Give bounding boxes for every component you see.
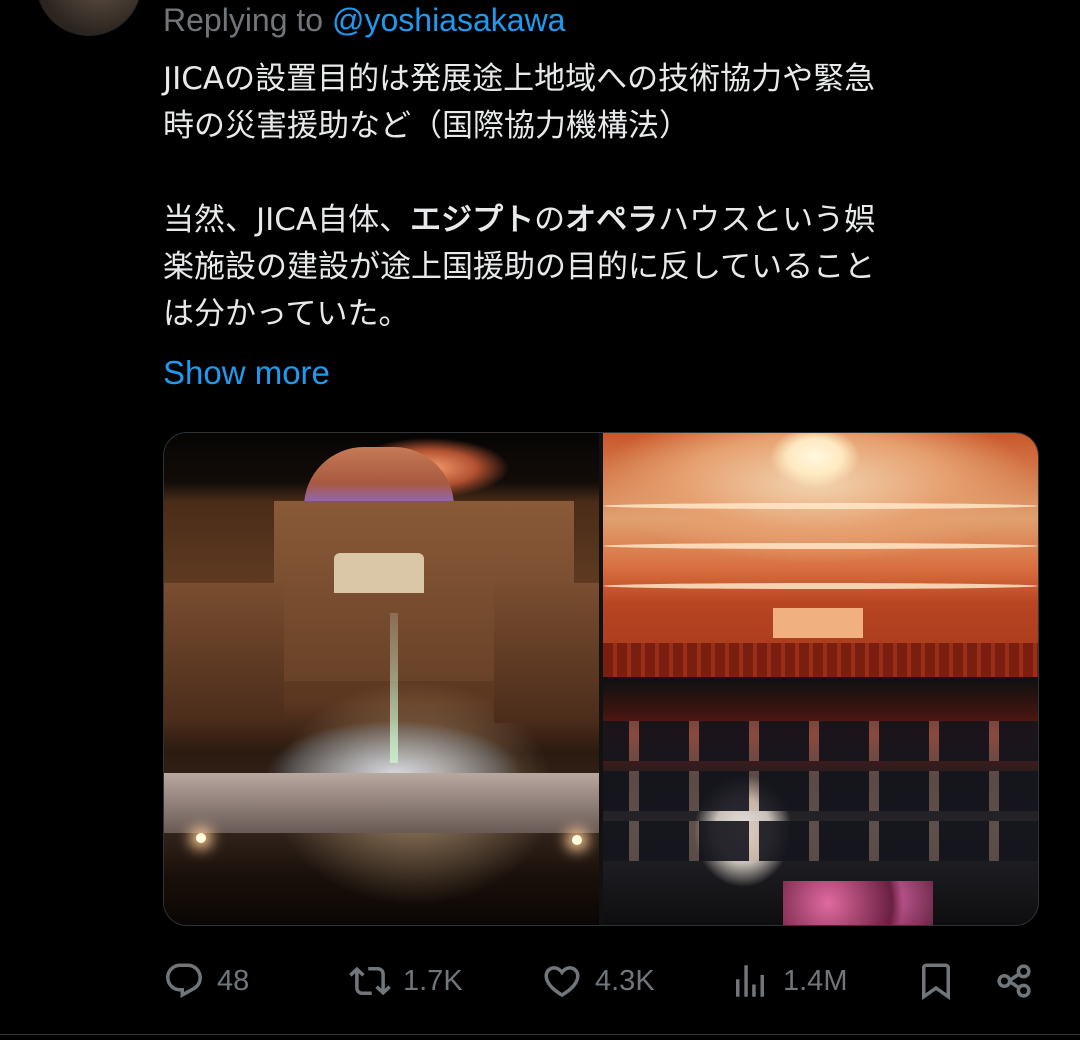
- share-button[interactable]: [993, 958, 1035, 1004]
- replying-handle-link[interactable]: @yoshiasakawa: [332, 2, 565, 38]
- bookmark-icon: [922, 963, 950, 1001]
- text-segment: ハウスという娯: [658, 202, 876, 238]
- tweet-line-4: 楽施設の建設が途上国援助の目的に反していること: [163, 249, 876, 285]
- avatar[interactable]: [36, 0, 142, 36]
- tweet-line-1: JICAの設置目的は発展途上地域への技術協力や緊急: [163, 61, 876, 97]
- share-icon: [997, 964, 1031, 998]
- tweet-text: JICAの設置目的は発展途上地域への技術協力や緊急 時の災害援助など（国際協力機…: [163, 56, 1023, 338]
- media-image-opera-hall-interior[interactable]: [603, 433, 1038, 677]
- repost-button[interactable]: 1.7K: [349, 958, 463, 1004]
- media-image-opera-house-exterior[interactable]: [164, 433, 599, 925]
- media-image-audience[interactable]: [603, 681, 1038, 925]
- tweet-line-3: 当然、JICA自体、エジプトのオペラハウスという娯: [163, 197, 1023, 244]
- bookmark-button[interactable]: [915, 958, 957, 1004]
- show-more-link[interactable]: Show more: [163, 354, 330, 392]
- views-count: 1.4M: [783, 964, 848, 997]
- tweet-line-5: は分かっていた。: [163, 296, 410, 332]
- replying-prefix: Replying to: [163, 2, 332, 38]
- repost-count: 1.7K: [403, 964, 463, 997]
- bold-segment-opera: オペラ: [565, 202, 659, 238]
- views-button[interactable]: 1.4M: [729, 958, 847, 1004]
- reply-button[interactable]: 48: [163, 958, 249, 1004]
- action-bar: 48 1.7K 4.3K 1.4M: [163, 958, 1043, 1008]
- replying-to: Replying to @yoshiasakawa: [163, 2, 565, 39]
- tweet-line-2: 時の災害援助など（国際協力機構法）: [163, 108, 690, 144]
- views-icon: [736, 965, 764, 997]
- like-count: 4.3K: [595, 964, 655, 997]
- heart-icon: [544, 966, 580, 998]
- repost-icon: [349, 966, 391, 996]
- divider: [0, 1034, 1080, 1035]
- media-grid: [163, 432, 1039, 926]
- bold-segment-egypt: エジプト: [410, 202, 535, 238]
- text-segment: 当然、JICA自体、: [163, 202, 411, 238]
- text-segment: の: [534, 202, 566, 238]
- reply-icon: [166, 963, 202, 998]
- reply-count: 48: [217, 964, 250, 997]
- like-button[interactable]: 4.3K: [541, 958, 655, 1004]
